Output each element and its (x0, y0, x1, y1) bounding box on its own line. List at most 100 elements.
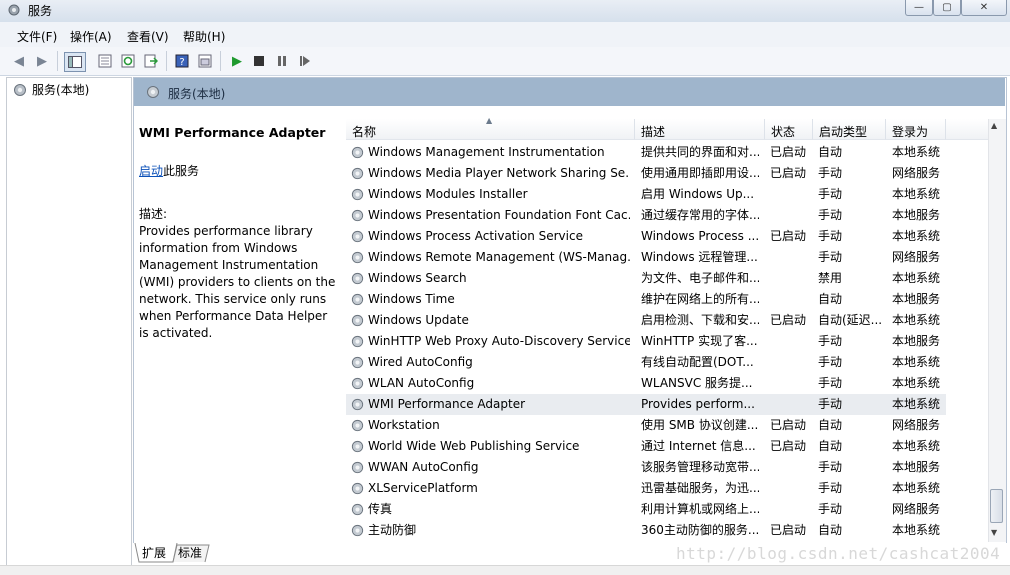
service-gear-icon (351, 209, 364, 222)
menu-help[interactable]: 帮助(H) (183, 28, 225, 45)
service-gear-icon (351, 188, 364, 201)
service-logon-as: 本地服务 (892, 460, 941, 474)
service-gear-icon (351, 440, 364, 453)
service-logon-as: 本地系统 (892, 439, 941, 453)
back-icon[interactable]: ◀ (10, 52, 28, 70)
start-service-link[interactable]: 启动 (139, 164, 163, 178)
description-label: 描述: (139, 207, 168, 221)
title-bar (0, 0, 1010, 22)
service-logon-as: 本地系统 (892, 523, 941, 537)
service-gear-icon (351, 314, 364, 327)
service-logon-as: 本地系统 (892, 481, 941, 495)
service-startup-type: 自动 (818, 439, 843, 453)
sort-ascending-icon: ▲ (486, 116, 493, 125)
column-header-startup-type[interactable]: 启动类型 (813, 119, 886, 140)
table-row[interactable]: 主动防御 360主动防御的服务... 已启动 自动 本地系统 (346, 520, 946, 541)
service-status (770, 373, 816, 394)
table-row[interactable]: 传真 利用计算机或网络上... 手动 网络服务 (346, 499, 946, 520)
service-name: Windows Management Instrumentation (368, 145, 605, 159)
table-row[interactable]: WWAN AutoConfig 该服务管理移动宽带... 手动 本地服务 (346, 457, 946, 478)
table-row[interactable]: WinHTTP Web Proxy Auto-Discovery Service… (346, 331, 946, 352)
column-header-description[interactable]: 描述 (635, 119, 765, 140)
column-header-status[interactable]: 状态 (765, 119, 813, 140)
table-row[interactable]: World Wide Web Publishing Service 通过 Inte… (346, 436, 946, 457)
properties-icon[interactable] (96, 52, 114, 70)
tab-standard[interactable]: 标准 (174, 544, 206, 562)
service-startup-type: 手动 (818, 376, 843, 390)
service-description: 有线自动配置(DOT... (641, 355, 754, 369)
table-row[interactable]: WLAN AutoConfig WLANSVC 服务提... 手动 本地系统 (346, 373, 946, 394)
table-row[interactable]: Windows Search 为文件、电子邮件和... 禁用 本地系统 (346, 268, 946, 289)
table-row[interactable]: WMI Performance Adapter Provides perform.… (346, 394, 946, 415)
view-icon[interactable] (196, 52, 214, 70)
service-status: 已启动 (770, 166, 807, 180)
menu-action[interactable]: 操作(A) (70, 28, 112, 45)
table-row[interactable]: Windows Time 维护在网络上的所有... 自动 本地服务 (346, 289, 946, 310)
service-description: 迅雷基础服务，为迅... (641, 481, 759, 495)
tab-extended[interactable]: 扩展 (138, 544, 170, 562)
table-row[interactable]: Windows Media Player Network Sharing Se.… (346, 163, 946, 184)
service-gear-icon (351, 461, 364, 474)
service-name: Wired AutoConfig (368, 355, 473, 369)
service-description: 利用计算机或网络上... (641, 502, 759, 516)
services-gear-icon (14, 83, 26, 96)
column-header-logon-as[interactable]: 登录为 (886, 119, 946, 140)
console-tree-icon[interactable] (64, 52, 86, 72)
scrollbar-thumb[interactable] (990, 489, 1003, 523)
service-logon-as: 本地系统 (892, 355, 941, 369)
service-name: WWAN AutoConfig (368, 460, 479, 474)
tree-item-local-services[interactable]: 服务(本地) (12, 81, 89, 98)
service-status (770, 247, 816, 268)
service-name: World Wide Web Publishing Service (368, 439, 580, 453)
service-gear-icon (351, 356, 364, 369)
service-startup-type: 手动 (818, 502, 843, 516)
maximize-button[interactable]: ▢ (933, 0, 961, 16)
service-status: 已启动 (770, 418, 807, 432)
service-name: Windows Process Activation Service (368, 229, 583, 243)
table-row[interactable]: Windows Remote Management (WS-Manag... Wi… (346, 247, 946, 268)
service-name: XLServicePlatform (368, 481, 478, 495)
table-row[interactable]: Workstation 使用 SMB 协议创建... 已启动 自动 网络服务 (346, 415, 946, 436)
service-gear-icon (351, 251, 364, 264)
forward-icon[interactable]: ▶ (33, 52, 51, 70)
minimize-button[interactable]: — (905, 0, 933, 16)
scroll-up-icon[interactable]: ▲ (991, 121, 997, 130)
pause-icon[interactable] (273, 52, 291, 70)
start-icon[interactable]: ▶ (228, 52, 246, 70)
service-logon-as: 本地服务 (892, 208, 941, 222)
table-row[interactable]: Windows Update 启用检测、下载和安... 已启动 自动(延迟... 本地系… (346, 310, 946, 331)
service-logon-as: 本地系统 (892, 187, 941, 201)
service-gear-icon (351, 482, 364, 495)
service-description: Windows 远程管理... (641, 250, 758, 264)
table-row[interactable]: Windows Process Activation Service Window… (346, 226, 946, 247)
refresh-icon[interactable] (119, 52, 137, 70)
table-row[interactable]: Windows Management Instrumentation 提供共同的界… (346, 142, 946, 163)
tree-item-label: 服务(本地) (32, 83, 90, 97)
service-logon-as: 本地系统 (892, 397, 941, 411)
help-icon[interactable]: ? (173, 52, 191, 70)
table-row[interactable]: Windows Presentation Foundation Font Cac… (346, 205, 946, 226)
service-description: 360主动防御的服务... (641, 523, 759, 537)
stop-icon[interactable] (250, 52, 268, 70)
service-name: Windows Time (368, 292, 455, 306)
vertical-scrollbar[interactable] (988, 119, 1006, 542)
export-icon[interactable] (142, 52, 160, 70)
table-row[interactable]: XLServicePlatform 迅雷基础服务，为迅... 手动 本地系统 (346, 478, 946, 499)
service-description: 维护在网络上的所有... (641, 292, 759, 306)
service-startup-type: 手动 (818, 229, 843, 243)
service-description: 使用通用即插即用设... (641, 166, 759, 180)
restart-icon[interactable] (296, 52, 314, 70)
service-gear-icon (351, 230, 364, 243)
services-gear-icon (8, 4, 20, 16)
service-name: 主动防御 (368, 523, 417, 537)
service-logon-as: 本地服务 (892, 334, 941, 348)
table-row[interactable]: Windows Modules Installer 启用 Windows Up..… (346, 184, 946, 205)
scroll-down-icon[interactable]: ▼ (991, 528, 997, 537)
services-gear-icon (147, 86, 159, 98)
menu-file[interactable]: 文件(F) (17, 28, 57, 45)
table-row[interactable]: Wired AutoConfig 有线自动配置(DOT... 手动 本地系统 (346, 352, 946, 373)
svg-text:?: ? (179, 57, 184, 68)
menu-view[interactable]: 查看(V) (127, 28, 169, 45)
service-startup-type: 手动 (818, 334, 843, 348)
close-button[interactable]: ✕ (961, 0, 1007, 16)
